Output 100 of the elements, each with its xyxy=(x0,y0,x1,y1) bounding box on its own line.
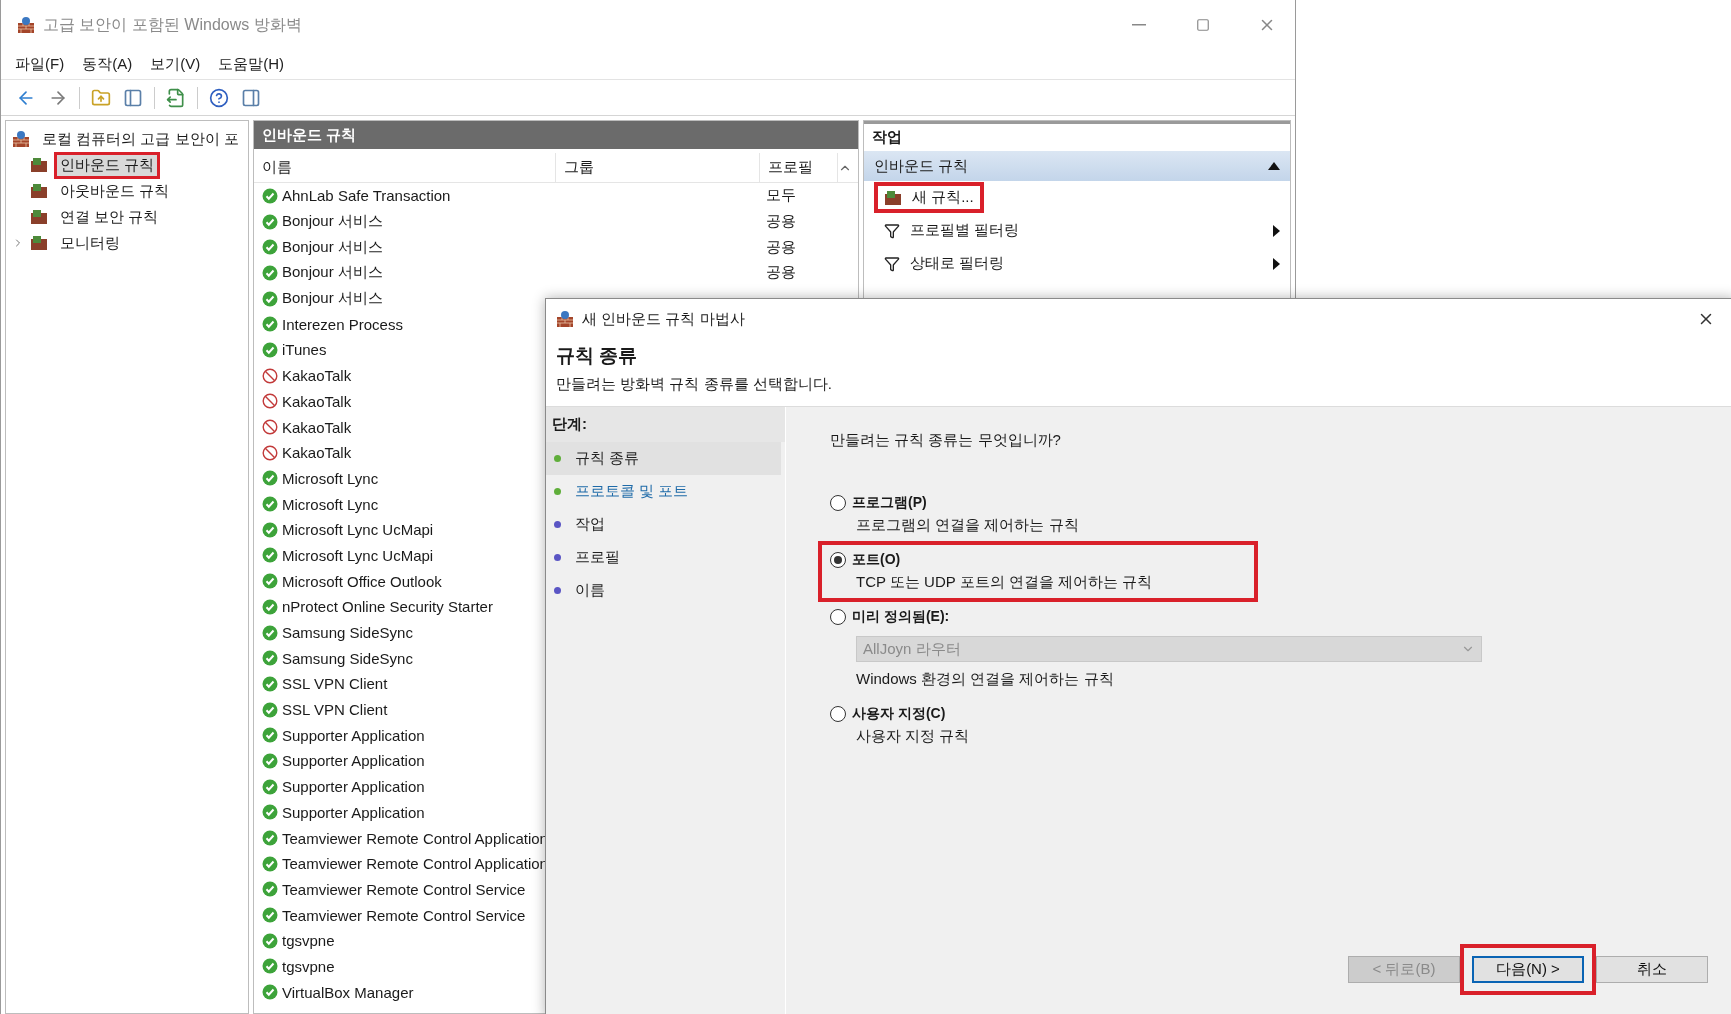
check-circle-icon xyxy=(262,187,278,204)
profile-cell-text: 공용 xyxy=(766,237,797,257)
rule-name[interactable]: KakaoTalk xyxy=(262,392,352,410)
rule-name[interactable]: Samsung SideSync xyxy=(262,624,413,642)
wizard-step[interactable]: 규칙 종류 xyxy=(546,442,781,475)
column-header[interactable]: 이름 xyxy=(254,153,556,182)
wizard-button[interactable]: 취소 xyxy=(1596,956,1708,983)
check-circle-icon xyxy=(262,264,278,281)
rule-name[interactable]: tgsvpne xyxy=(262,932,335,950)
wizard-button[interactable]: 다음(N) > xyxy=(1472,956,1584,983)
window-title: 고급 보안이 포함된 Windows 방화벽 xyxy=(43,14,303,35)
check-circle-icon xyxy=(262,932,278,949)
radio-button[interactable] xyxy=(830,495,846,511)
action-link[interactable]: 상태로 필터링 xyxy=(874,248,1015,279)
section-header[interactable]: 인바운드 규칙 xyxy=(864,151,1290,181)
blocked-icon xyxy=(262,393,278,410)
check-circle-icon xyxy=(262,341,278,358)
check-circle-icon xyxy=(262,496,278,513)
wizard-step[interactable]: 이름 xyxy=(546,574,781,607)
rule-name[interactable]: Microsoft Office Outlook xyxy=(262,572,442,590)
rule-name[interactable]: KakaoTalk xyxy=(262,418,352,436)
check-circle-icon xyxy=(262,239,278,256)
pane-icon xyxy=(123,87,143,108)
page-heading: 규칙 종류 xyxy=(556,344,639,368)
check-circle-icon xyxy=(262,958,278,975)
option-description: 사용자 지정 규칙 xyxy=(856,727,971,746)
check-circle-icon xyxy=(262,701,278,718)
check-circle-icon xyxy=(262,547,278,564)
rule-name[interactable]: KakaoTalk xyxy=(262,367,352,385)
firewall-icon xyxy=(556,310,574,328)
rule-name[interactable]: Microsoft Lync xyxy=(262,469,379,487)
tree-node-icon xyxy=(30,183,48,199)
rule-name[interactable]: nProtect Online Security Starter xyxy=(262,598,493,616)
rule-type-option[interactable]: 포트(O) TCP 또는 UDP 포트의 연결을 제어하는 규칙 xyxy=(818,541,1258,602)
check-circle-icon xyxy=(262,290,278,307)
check-circle-icon xyxy=(262,598,278,615)
wizard-step[interactable]: 프로필 xyxy=(546,541,781,574)
rule-name[interactable]: SSL VPN Client xyxy=(262,675,388,693)
step-label: 프로필 xyxy=(575,548,620,567)
step-label: 작업 xyxy=(575,515,605,534)
check-circle-icon xyxy=(262,675,278,692)
folder-up-icon xyxy=(91,87,111,108)
action-link[interactable]: 프로필별 필터링 xyxy=(874,215,1030,246)
wizard-step[interactable]: 작업 xyxy=(546,508,781,541)
rule-name[interactable]: Bonjour 서비스 xyxy=(262,263,383,283)
menu-item[interactable]: 도움말(H) xyxy=(218,55,284,74)
section-title: 인바운드 규칙 xyxy=(874,156,969,176)
profile-cell-text: 공용 xyxy=(766,212,797,232)
blocked-icon xyxy=(262,444,278,461)
rule-name[interactable]: Supporter Application xyxy=(262,726,425,744)
radio-button[interactable] xyxy=(830,609,846,625)
column-header[interactable]: 그룹 xyxy=(556,153,760,182)
radio-button[interactable] xyxy=(830,552,846,568)
pane-icon xyxy=(241,87,261,108)
action-link[interactable]: 새 규칙... xyxy=(874,182,984,213)
check-circle-icon xyxy=(262,521,278,538)
rule-name[interactable]: AhnLab Safe Transaction xyxy=(262,187,451,205)
menu-item[interactable]: 동작(A) xyxy=(82,55,133,74)
rule-name[interactable]: SSL VPN Client xyxy=(262,701,388,719)
filter-icon xyxy=(884,222,900,239)
rule-name[interactable]: Bonjour 서비스 xyxy=(262,237,383,257)
rule-name[interactable]: VirtualBox Manager xyxy=(262,983,414,1001)
rule-name[interactable]: Teamviewer Remote Control Application xyxy=(262,855,548,873)
step-label: 규칙 종류 xyxy=(575,449,640,468)
rule-name[interactable]: Teamviewer Remote Control Service xyxy=(262,880,526,898)
menu-item[interactable]: 파일(F) xyxy=(15,55,65,74)
check-circle-icon xyxy=(262,881,278,898)
rule-name[interactable]: iTunes xyxy=(262,341,327,359)
rule-name[interactable]: Microsoft Lync xyxy=(262,495,379,513)
dialog-title: 새 인바운드 규칙 마법사 xyxy=(582,309,746,329)
rule-name[interactable]: Supporter Application xyxy=(262,752,425,770)
menu-item[interactable]: 보기(V) xyxy=(150,55,201,74)
rule-name[interactable]: KakaoTalk xyxy=(262,444,352,462)
rule-name[interactable]: Teamviewer Remote Control Application xyxy=(262,829,548,847)
rule-name[interactable]: Supporter Application xyxy=(262,803,425,821)
rule-name[interactable]: Bonjour 서비스 xyxy=(262,289,383,309)
tree-item[interactable]: 연결 보안 규칙 xyxy=(54,203,165,231)
tree-item[interactable]: 모니터링 xyxy=(54,229,126,257)
option-label: 포트(O) xyxy=(852,551,901,569)
column-header[interactable]: 프로필 xyxy=(760,153,838,182)
rule-name[interactable]: Teamviewer Remote Control Service xyxy=(262,906,526,924)
wizard-step[interactable]: 프로토콜 및 포트 xyxy=(546,475,781,508)
collapse-icon[interactable] xyxy=(1268,162,1280,170)
rule-name[interactable]: Supporter Application xyxy=(262,778,425,796)
profile-cell-text: 모두 xyxy=(766,186,797,206)
tree-item[interactable]: 아웃바운드 규칙 xyxy=(54,177,176,205)
tree-node-icon xyxy=(30,209,48,225)
rule-name[interactable]: Microsoft Lync UcMapi xyxy=(262,546,434,564)
tree-root[interactable]: 로컬 컴퓨터의 고급 보안이 포 xyxy=(36,125,245,153)
radio-button[interactable] xyxy=(830,706,846,722)
export-icon xyxy=(166,87,186,108)
rule-name[interactable]: Interezen Process xyxy=(262,315,403,333)
rule-name[interactable]: Bonjour 서비스 xyxy=(262,212,383,232)
tree-item[interactable]: 인바운드 규칙 xyxy=(54,151,161,179)
rule-name[interactable]: Microsoft Lync UcMapi xyxy=(262,521,434,539)
rule-name[interactable]: tgsvpne xyxy=(262,957,335,975)
rule-name[interactable]: Samsung SideSync xyxy=(262,649,413,667)
submenu-arrow-icon xyxy=(1273,224,1280,237)
check-circle-icon xyxy=(262,830,278,847)
page-subtitle: 만들려는 방화벽 규칙 종류를 선택합니다. xyxy=(556,375,833,394)
